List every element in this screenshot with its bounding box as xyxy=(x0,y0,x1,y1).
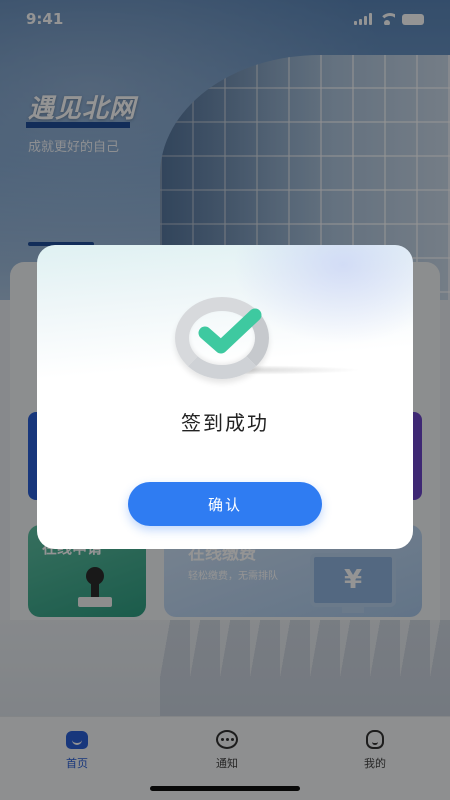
confirm-button[interactable]: 确认 xyxy=(128,482,322,526)
app-screen: 9:41 遇见北网 成就更好的自己 在线申请 在线缴费 轻松缴费，无需排队 ¥ xyxy=(0,0,450,800)
checkin-success-dialog: 签到成功 确认 xyxy=(37,245,413,549)
check-icon xyxy=(175,297,365,387)
dialog-title: 签到成功 xyxy=(181,411,269,435)
